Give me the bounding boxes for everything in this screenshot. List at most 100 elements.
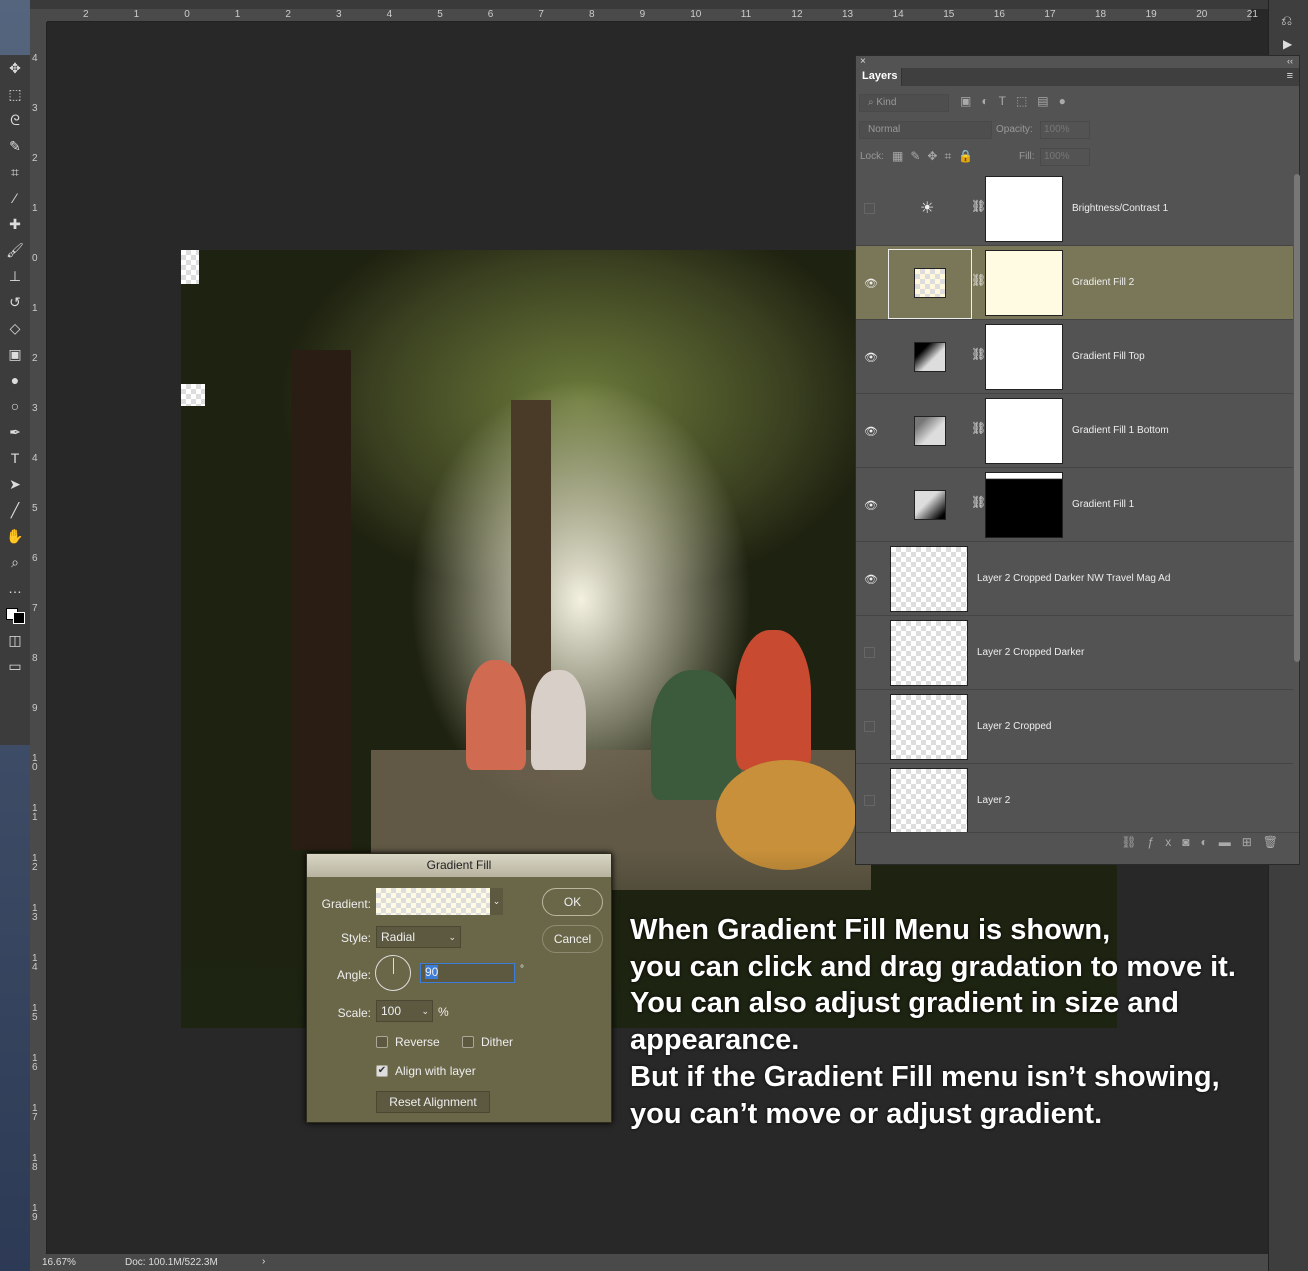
layer-name[interactable]: Gradient Fill 1 xyxy=(1072,499,1134,510)
layer-row[interactable]: Layer 2 Cropped xyxy=(856,690,1293,764)
collapse-panel-icon[interactable]: ‹‹ xyxy=(1287,56,1293,66)
style-select[interactable]: Radial ⌄ xyxy=(376,926,461,948)
visibility-toggle-off[interactable] xyxy=(864,203,875,214)
play-icon[interactable]: ▶ xyxy=(1283,37,1308,51)
trash-icon[interactable]: 🗑 xyxy=(1263,835,1289,849)
align-label[interactable]: Align with layer xyxy=(395,1064,476,1078)
layer-mask-thumbnail[interactable] xyxy=(985,250,1063,316)
layer-mask-thumbnail[interactable] xyxy=(985,324,1063,390)
layer-thumbnail[interactable] xyxy=(890,620,968,686)
history-icon[interactable]: ⎌ xyxy=(1281,12,1308,29)
align-checkbox-checked[interactable]: ✔ xyxy=(376,1065,388,1077)
layer-name[interactable]: Brightness/Contrast 1 xyxy=(1072,203,1168,214)
type-tool-icon[interactable]: T xyxy=(0,445,30,471)
image-filter-icon[interactable]: ▣ xyxy=(960,94,981,108)
layer-name[interactable]: Gradient Fill Top xyxy=(1072,351,1145,362)
document-tab[interactable] xyxy=(30,0,1268,9)
eye-icon[interactable]: 👁 xyxy=(864,573,878,586)
opacity-field[interactable]: 100% xyxy=(1040,121,1090,139)
layer-row[interactable]: 👁 ⛓ Gradient Fill Top xyxy=(856,320,1293,394)
marquee-tool-icon[interactable]: ⬚ xyxy=(0,81,30,107)
gradient-preview[interactable] xyxy=(376,888,490,915)
layer-row[interactable]: 👁 Layer 2 Cropped Darker NW Travel Mag A… xyxy=(856,542,1293,616)
smart-object-filter-icon[interactable]: ▤ xyxy=(1037,94,1058,108)
scale-input[interactable]: 100 ⌄ xyxy=(376,1000,433,1022)
line-tool-icon[interactable]: ╱ xyxy=(0,497,30,523)
visibility-toggle-off[interactable] xyxy=(864,647,875,658)
link-layers-icon[interactable]: ⛓ xyxy=(1121,835,1147,849)
layer-thumbnail[interactable] xyxy=(890,546,968,612)
gradient-dropdown-icon[interactable]: ⌄ xyxy=(490,888,503,915)
lock-all-icon[interactable]: 🔒 xyxy=(958,149,980,163)
tab-layers[interactable]: Layers xyxy=(856,68,902,86)
history-brush-icon[interactable]: ↺ xyxy=(0,289,30,315)
shape-filter-icon[interactable]: ⬚ xyxy=(1016,94,1037,108)
eyedropper-tool-icon[interactable]: ⁄ xyxy=(0,185,30,211)
link-icon[interactable]: ⛓ xyxy=(971,421,986,435)
layer-row[interactable]: 👁 ⛓ Gradient Fill 1 xyxy=(856,468,1293,542)
lock-artboard-icon[interactable]: ⌗ xyxy=(944,149,958,163)
stamp-tool-icon[interactable]: ⊥ xyxy=(0,263,30,289)
pen-tool-icon[interactable]: ✒ xyxy=(0,419,30,445)
layer-thumbnail[interactable] xyxy=(890,768,968,832)
fill-field[interactable]: 100% xyxy=(1040,148,1090,166)
visibility-toggle-off[interactable] xyxy=(864,795,875,806)
dither-label[interactable]: Dither xyxy=(481,1035,513,1049)
link-icon[interactable]: ⛓ xyxy=(971,347,986,361)
new-group-icon[interactable]: ▬ xyxy=(1219,835,1242,849)
blend-mode-select[interactable]: Normal xyxy=(859,121,992,139)
link-icon[interactable]: ⛓ xyxy=(971,199,986,213)
lock-pixels-icon[interactable]: ▦ xyxy=(892,149,910,163)
link-icon[interactable]: ⛓ xyxy=(971,495,986,509)
zoom-tool-icon[interactable]: ⌕ xyxy=(0,549,30,575)
new-layer-icon[interactable]: ⊞ xyxy=(1242,835,1263,849)
angle-input[interactable]: 90 xyxy=(420,963,515,983)
layer-name[interactable]: Layer 2 Cropped Darker NW Travel Mag Ad xyxy=(977,573,1170,584)
visibility-toggle-off[interactable] xyxy=(864,721,875,732)
status-menu-arrow[interactable]: › xyxy=(262,1256,265,1267)
link-icon[interactable]: ⛓ xyxy=(971,273,986,287)
cancel-button[interactable]: Cancel xyxy=(542,925,603,953)
type-filter-icon[interactable]: T xyxy=(999,94,1016,108)
quick-select-tool-icon[interactable]: ✎ xyxy=(0,133,30,159)
lasso-tool-icon[interactable]: ᘓ xyxy=(0,107,30,133)
quick-mask-icon[interactable]: ◫ xyxy=(0,627,30,653)
new-adjustment-icon[interactable]: ◐ xyxy=(1200,835,1218,849)
layer-mask-thumbnail[interactable] xyxy=(985,398,1063,464)
hand-tool-icon[interactable]: ✋ xyxy=(0,523,30,549)
lock-icons[interactable]: ▦✎✥⌗🔒 xyxy=(892,149,980,164)
eye-icon[interactable]: 👁 xyxy=(864,499,878,512)
layer-mask-thumbnail[interactable] xyxy=(985,472,1063,538)
close-panel-icon[interactable]: × xyxy=(860,56,866,67)
blur-tool-icon[interactable]: ● xyxy=(0,367,30,393)
lock-position-icon[interactable]: ✥ xyxy=(927,149,944,163)
eye-icon[interactable]: 👁 xyxy=(864,425,878,438)
fx-icon[interactable]: ƒx xyxy=(1148,835,1183,849)
brush-tool-icon[interactable]: 🖌 xyxy=(0,237,30,263)
screen-mode-icon[interactable]: ▭ xyxy=(0,653,30,679)
color-swatches-icon[interactable] xyxy=(0,601,30,627)
angle-dial[interactable] xyxy=(375,955,411,991)
layer-name[interactable]: Gradient Fill 2 xyxy=(1072,277,1134,288)
layer-name[interactable]: Gradient Fill 1 Bottom xyxy=(1072,425,1169,436)
layer-mask-thumbnail[interactable] xyxy=(985,176,1063,242)
add-mask-icon[interactable]: ◙ xyxy=(1182,835,1200,849)
lock-paint-icon[interactable]: ✎ xyxy=(910,149,927,163)
layer-thumbnail[interactable] xyxy=(890,694,968,760)
layer-name[interactable]: Layer 2 Cropped xyxy=(977,721,1052,732)
layer-name[interactable]: Layer 2 Cropped Darker xyxy=(977,647,1084,658)
layer-row[interactable]: Layer 2 Cropped Darker xyxy=(856,616,1293,690)
move-tool-icon[interactable]: ✥ xyxy=(0,55,30,81)
filter-kind-select[interactable]: ⌕ Kind xyxy=(859,94,949,112)
filter-icons[interactable]: ▣◐T⬚▤● xyxy=(960,94,1076,108)
eraser-tool-icon[interactable]: ◇ xyxy=(0,315,30,341)
ok-button[interactable]: OK xyxy=(542,888,603,916)
gradient-tool-icon[interactable]: ▣ xyxy=(0,341,30,367)
layer-row[interactable]: 👁 ⛓ Gradient Fill 1 Bottom xyxy=(856,394,1293,468)
path-select-icon[interactable]: ➤ xyxy=(0,471,30,497)
chevron-down-icon[interactable]: ⌄ xyxy=(421,1001,429,1021)
layer-row[interactable]: Layer 2 xyxy=(856,764,1293,832)
reset-alignment-button[interactable]: Reset Alignment xyxy=(376,1091,490,1113)
reverse-checkbox[interactable] xyxy=(376,1036,388,1048)
eye-icon[interactable]: 👁 xyxy=(864,351,878,364)
